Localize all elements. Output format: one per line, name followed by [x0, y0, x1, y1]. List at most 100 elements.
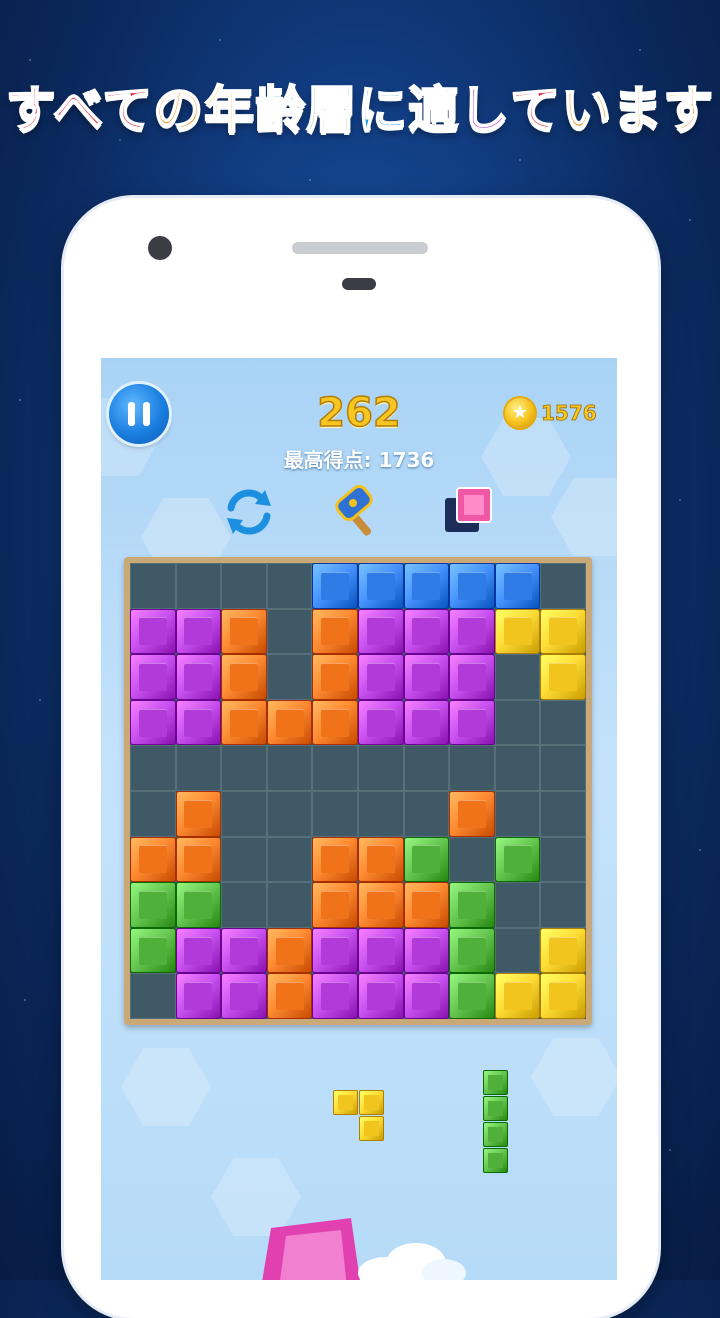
- block-cell: [449, 699, 495, 746]
- empty-cell: [357, 790, 404, 837]
- block-cell: [312, 836, 358, 883]
- earpiece-speaker: [292, 242, 428, 254]
- block-cell: [312, 608, 358, 655]
- block-cell: [403, 563, 450, 609]
- empty-cell: [221, 563, 267, 609]
- headline-segment: し: [458, 80, 511, 140]
- block-cell: [403, 699, 450, 746]
- empty-cell: [540, 790, 586, 837]
- headline-segment: に: [356, 80, 409, 140]
- block-cell: [175, 973, 222, 1019]
- empty-cell: [266, 882, 313, 928]
- block-cell: [312, 563, 358, 609]
- empty-cell: [449, 836, 495, 883]
- empty-cell: [266, 654, 313, 700]
- empty-cell: [403, 745, 450, 791]
- gem-decoration: [262, 1218, 360, 1280]
- block-cell: [494, 836, 541, 883]
- headline-segment: の: [152, 80, 205, 140]
- block-cell: [357, 836, 404, 883]
- block-cell: [312, 882, 358, 928]
- empty-cell: [266, 836, 313, 883]
- block-cell: [449, 654, 495, 700]
- block-cell: [403, 654, 450, 700]
- empty-cell: [494, 882, 541, 928]
- block-cell: [540, 608, 586, 655]
- empty-cell: [175, 745, 222, 791]
- block-cell: [312, 973, 358, 1019]
- headline-segment: 適: [407, 80, 460, 140]
- empty-cell: [130, 973, 176, 1019]
- block-cell: [403, 836, 450, 883]
- block-cell: [175, 836, 222, 883]
- star-coin-icon: ★: [505, 398, 535, 428]
- block-cell: [312, 927, 358, 974]
- block-cell: [403, 608, 450, 655]
- block-cell: [540, 654, 586, 700]
- block-cell: [175, 927, 222, 974]
- piece-block: [483, 1148, 508, 1173]
- empty-cell: [403, 790, 450, 837]
- block-cell: [266, 699, 313, 746]
- block-cell: [357, 973, 404, 1019]
- bg-hexagon: [551, 478, 617, 556]
- board-grid: [130, 563, 586, 1019]
- swap-block-icon[interactable]: [439, 482, 499, 542]
- block-cell: [175, 654, 222, 700]
- empty-cell: [266, 563, 313, 609]
- block-cell: [130, 699, 176, 746]
- coin-counter: ★ 1576: [505, 398, 597, 428]
- empty-cell: [221, 836, 267, 883]
- empty-cell: [130, 563, 176, 609]
- piece-block: [333, 1090, 358, 1115]
- empty-cell: [540, 563, 586, 609]
- block-cell: [312, 654, 358, 700]
- block-cell: [449, 563, 495, 609]
- block-cell: [449, 608, 495, 655]
- refresh-icon[interactable]: [219, 482, 279, 542]
- coin-count: 1576: [541, 401, 597, 426]
- block-cell: [494, 608, 541, 655]
- block-cell: [494, 973, 541, 1019]
- block-cell: [403, 882, 450, 928]
- empty-cell: [266, 790, 313, 837]
- empty-cell: [357, 745, 404, 791]
- block-cell: [357, 699, 404, 746]
- empty-cell: [494, 654, 541, 700]
- empty-cell: [540, 745, 586, 791]
- block-cell: [357, 882, 404, 928]
- headline-segment: います: [560, 80, 715, 140]
- block-cell: [221, 973, 267, 1019]
- promo-headline: すべての年齢層に適しています: [0, 70, 720, 142]
- block-cell: [540, 927, 586, 974]
- headline-segment: て: [509, 80, 562, 140]
- block-cell: [403, 973, 450, 1019]
- block-cell: [221, 654, 267, 700]
- best-score: 最高得点: 1736: [283, 448, 435, 472]
- empty-cell: [221, 790, 267, 837]
- block-cell: [130, 836, 176, 883]
- block-cell: [175, 790, 222, 837]
- piece-block: [483, 1096, 508, 1121]
- block-cell: [540, 973, 586, 1019]
- empty-cell: [494, 790, 541, 837]
- empty-cell: [540, 836, 586, 883]
- hammer-icon[interactable]: [329, 482, 389, 542]
- block-cell: [130, 927, 176, 974]
- proximity-sensor: [342, 278, 376, 290]
- empty-cell: [130, 790, 176, 837]
- block-cell: [221, 927, 267, 974]
- block-cell: [449, 790, 495, 837]
- empty-cell: [494, 699, 541, 746]
- block-cell: [357, 563, 404, 609]
- block-cell: [494, 563, 541, 609]
- cloud-decoration: [358, 1243, 466, 1280]
- piece-block: [359, 1116, 384, 1141]
- block-cell: [175, 882, 222, 928]
- empty-cell: [540, 699, 586, 746]
- empty-cell: [175, 563, 222, 609]
- block-cell: [175, 608, 222, 655]
- headline-segment: 齢: [254, 80, 307, 140]
- bg-hexagon: [531, 1038, 617, 1116]
- bg-hexagon: [121, 1048, 211, 1126]
